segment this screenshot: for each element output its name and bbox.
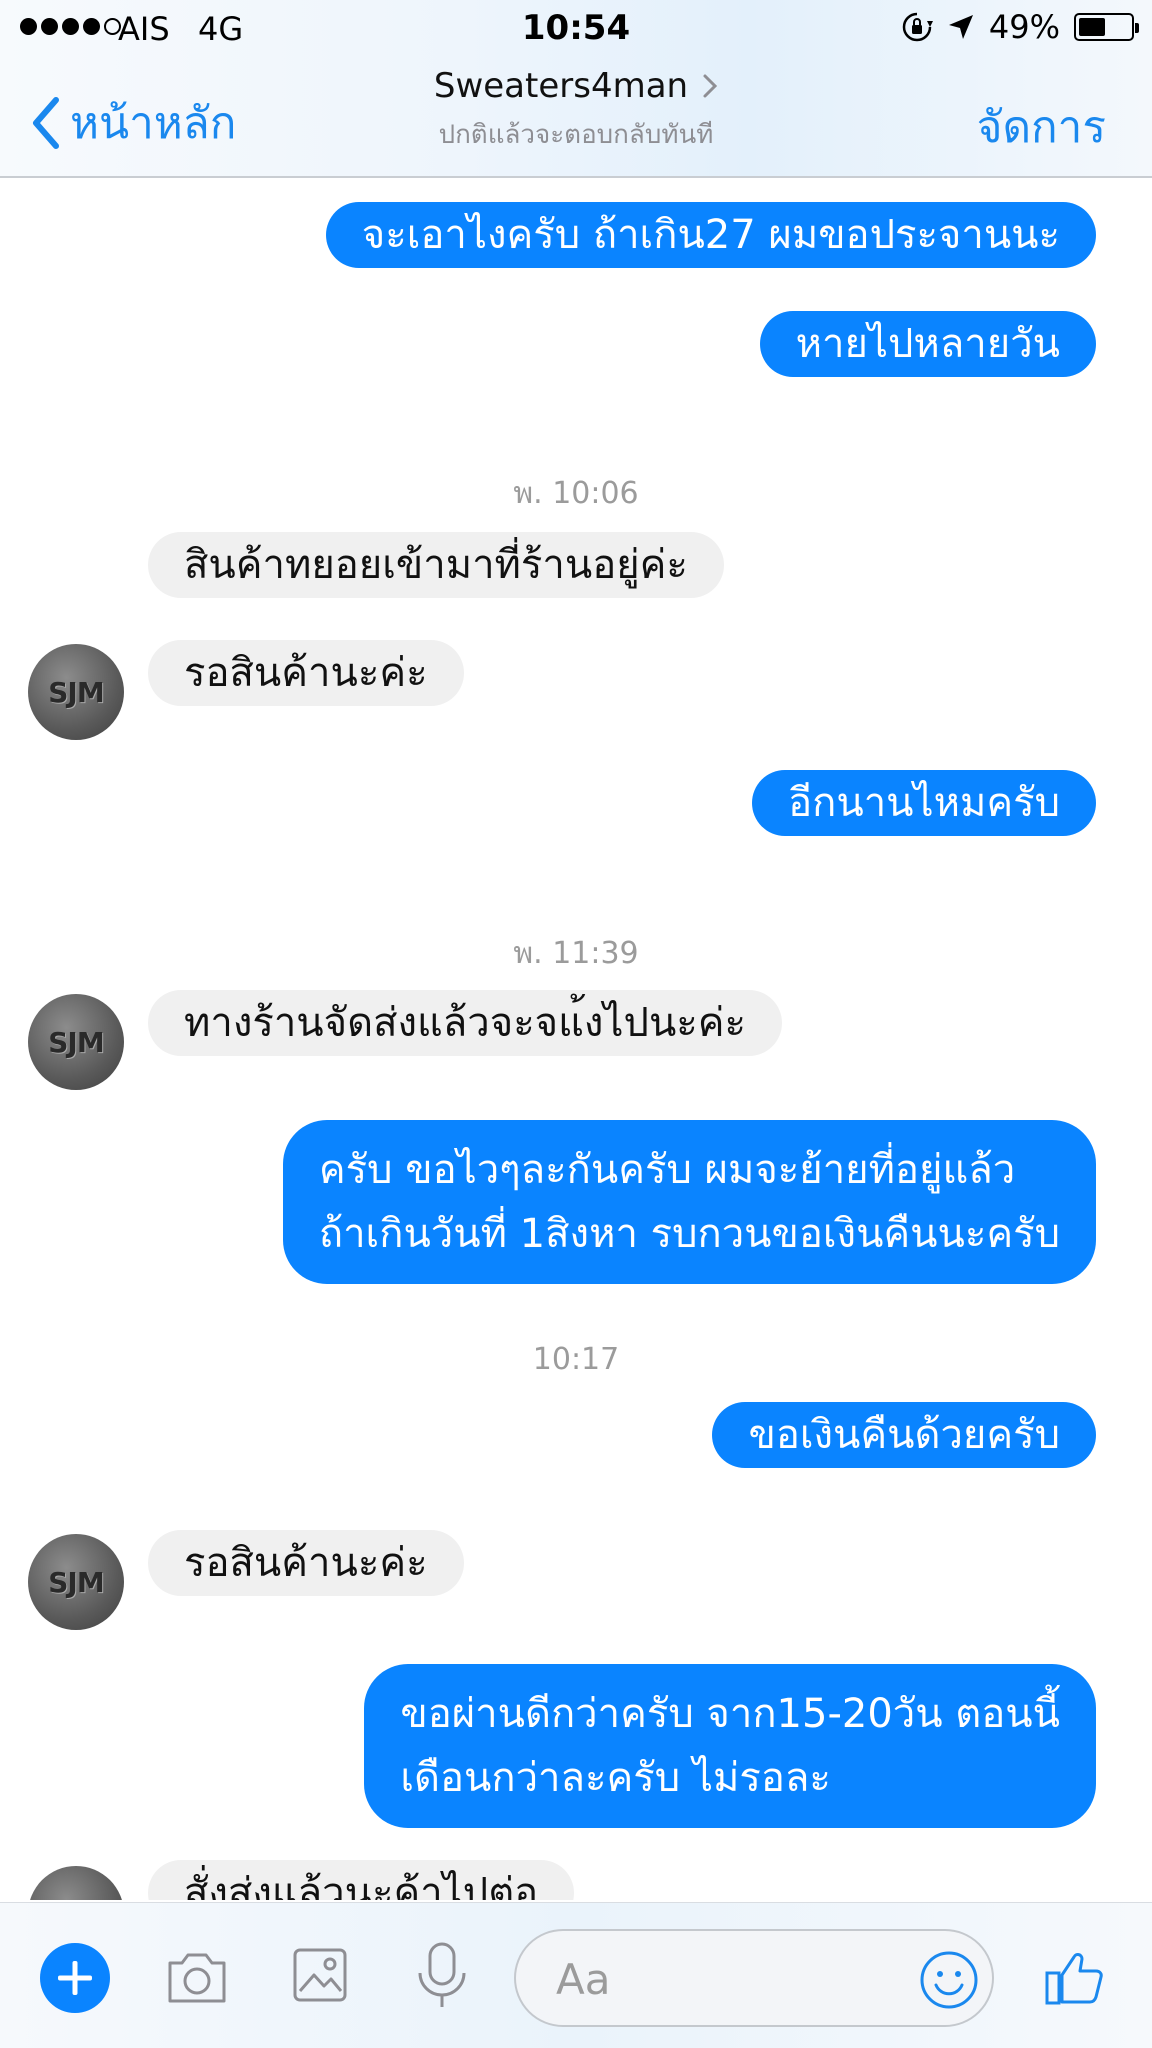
chevron-right-icon <box>703 74 718 98</box>
avatar-text: SJM <box>48 676 104 709</box>
message-line: ขอผ่านดีกว่าครับ จาก15-20วัน ตอนนี้ <box>400 1691 1060 1737</box>
avatar[interactable]: SJM <box>28 994 124 1090</box>
message-outgoing[interactable]: จะเอาไงครับ ถ้าเกิน27 ผมขอประจานนะ <box>325 202 1096 268</box>
location-arrow-icon <box>948 15 973 39</box>
timestamp: พ. 11:39 <box>513 936 639 971</box>
image-icon[interactable] <box>292 1947 348 2003</box>
smiley-icon[interactable] <box>918 1949 980 2011</box>
microphone-icon[interactable] <box>414 1941 470 2011</box>
top-bar: AIS 4G 10:54 49% หน้าหลัก Sweaters4man ป… <box>0 0 1152 178</box>
battery-icon <box>1074 13 1139 41</box>
rotation-lock-icon <box>902 12 933 42</box>
message-line: เดือนกว่าละครับ ไม่รอละ <box>400 1755 831 1801</box>
timestamp: พ. 10:06 <box>513 476 639 511</box>
message-outgoing[interactable]: ขอผ่านดีกว่าครับ จาก15-20วัน ตอนนี้ เดือ… <box>364 1664 1096 1828</box>
avatar-text: SJM <box>48 1566 104 1599</box>
battery-percent: 49% <box>988 8 1060 46</box>
plus-icon[interactable] <box>40 1943 110 2013</box>
message-line: ถ้าเกินวันที่ 1สิงหา รบกวนขอเงินคืนนะครั… <box>318 1211 1060 1257</box>
contact-name: Sweaters4man <box>433 66 689 106</box>
message-outgoing[interactable]: อีกนานไหมครับ <box>752 770 1096 836</box>
message-line: ครับ ขอไวๆละกันครับ ผมจะย้ายที่อยู่แล้ว <box>318 1147 1016 1193</box>
avatar-text: SJM <box>28 1898 124 1900</box>
message-incoming[interactable]: ทางร้านจัดส่งแล้วจะจแ้งไปนะค่ะ <box>148 990 783 1056</box>
thumbs-up-icon[interactable] <box>1044 1945 1106 2007</box>
avatar[interactable]: SJM <box>28 1866 124 1900</box>
message-placeholder: Aa <box>556 1955 611 2004</box>
camera-icon[interactable] <box>164 1947 230 2007</box>
avatar[interactable]: SJM <box>28 1534 124 1630</box>
composer-bar: Aa <box>0 1902 1152 2048</box>
message-input[interactable]: Aa <box>514 1929 994 2027</box>
timestamp: 10:17 <box>532 1342 620 1377</box>
message-incoming[interactable]: สั่งส่งแล้วนะค้าไปต่อ <box>148 1860 575 1900</box>
message-incoming[interactable]: รอสินค้านะค่ะ <box>148 1530 464 1596</box>
message-outgoing[interactable]: ครับ ขอไวๆละกันครับ ผมจะย้ายที่อยู่แล้ว … <box>282 1120 1096 1284</box>
message-list[interactable]: จะเอาไงครับ ถ้าเกิน27 ผมขอประจานนะ หายไป… <box>0 180 1152 1900</box>
avatar-text: SJM <box>48 1026 104 1059</box>
avatar[interactable]: SJM <box>28 644 124 740</box>
status-bar: AIS 4G 10:54 49% <box>0 0 1152 58</box>
message-incoming[interactable]: รอสินค้านะค่ะ <box>148 640 464 706</box>
message-outgoing[interactable]: ขอเงินคืนด้วยครับ <box>712 1402 1096 1468</box>
message-outgoing[interactable]: หายไปหลายวัน <box>759 311 1096 377</box>
manage-button[interactable]: จัดการ <box>977 92 1106 162</box>
message-incoming[interactable]: สินค้าทยอยเข้ามาที่ร้านอยู่ค่ะ <box>148 532 724 598</box>
